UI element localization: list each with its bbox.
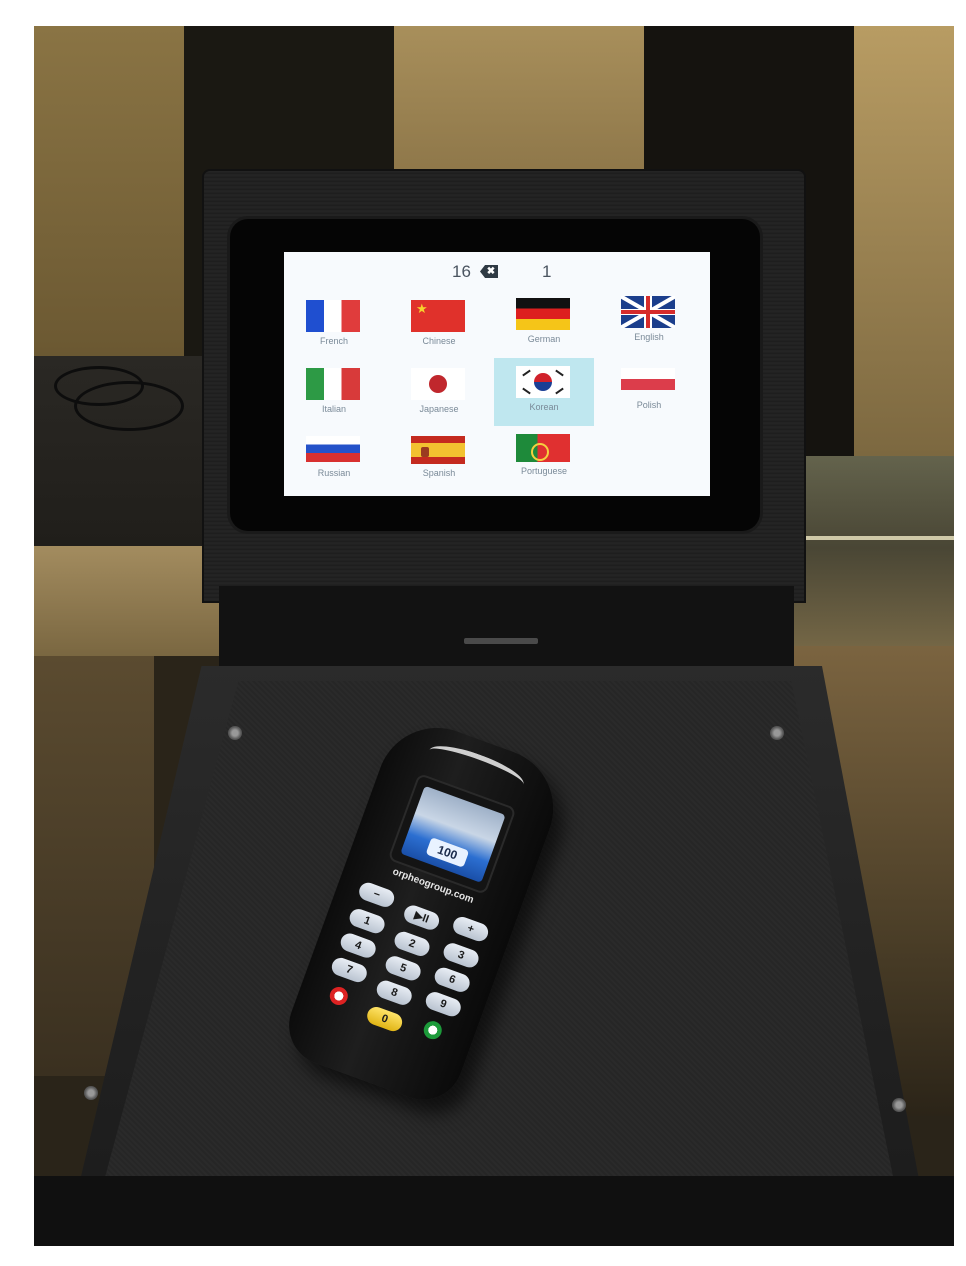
key-7[interactable]: 7 (329, 955, 370, 985)
tablet-screen: 16 ✖ 1 French Chinese German English (284, 252, 710, 496)
language-label: Korean (529, 402, 559, 412)
language-label: Japanese (419, 404, 459, 414)
language-option-german[interactable]: German (494, 290, 594, 358)
language-label: Russian (317, 468, 351, 478)
key-8[interactable]: 8 (374, 978, 415, 1008)
language-option-korean[interactable]: Korean (494, 358, 594, 426)
portugal-flag-icon (516, 434, 570, 462)
language-option-japanese[interactable]: Japanese (389, 360, 489, 428)
key-6[interactable]: 6 (432, 965, 473, 995)
language-option-chinese[interactable]: Chinese (389, 292, 489, 360)
key-1[interactable]: 1 (347, 906, 388, 936)
language-option-french[interactable]: French (284, 292, 384, 360)
language-label: Italian (321, 404, 347, 414)
italy-flag-icon (306, 368, 360, 400)
russia-flag-icon (306, 436, 360, 462)
uk-flag-icon (621, 296, 675, 328)
language-option-italian[interactable]: Italian (284, 360, 384, 428)
wall-right (854, 26, 954, 456)
key-0[interactable]: 0 (364, 1004, 405, 1034)
play-pause-key[interactable]: ▶II (401, 902, 442, 933)
language-label: German (527, 334, 561, 344)
photo: 16 ✖ 1 French Chinese German English (34, 26, 954, 1246)
tray-edge (34, 1176, 954, 1246)
delete-icon[interactable]: ✖ (480, 265, 498, 278)
screw (84, 1086, 98, 1100)
key-9[interactable]: 9 (423, 989, 464, 1019)
germany-flag-icon (516, 298, 570, 330)
minus-key[interactable]: − (356, 880, 397, 910)
plus-key[interactable]: + (450, 914, 491, 944)
wall-middle (394, 26, 644, 186)
key-3[interactable]: 3 (441, 940, 482, 970)
japan-flag-icon (411, 368, 465, 400)
key-4[interactable]: 4 (338, 930, 379, 961)
key-2[interactable]: 2 (392, 929, 433, 959)
kiosk-badge (464, 638, 538, 644)
info-icon[interactable] (421, 1018, 445, 1042)
cable (74, 381, 184, 431)
language-label: Chinese (422, 336, 456, 346)
key-5[interactable]: 5 (383, 953, 424, 983)
language-label: Spanish (422, 468, 456, 478)
counter: 16 (452, 262, 471, 281)
handset-display-image: 100 (400, 785, 506, 883)
screw (770, 726, 784, 740)
screw (228, 726, 242, 740)
language-label: English (634, 332, 664, 342)
china-flag-icon (411, 300, 465, 332)
screen-header: 16 ✖ 1 (284, 260, 710, 284)
display-value: 100 (425, 837, 470, 868)
language-label: French (319, 336, 348, 346)
language-option-english[interactable]: English (599, 288, 699, 356)
language-label: Portuguese (520, 466, 568, 476)
screw (892, 1098, 906, 1112)
spain-flag-icon (411, 436, 465, 464)
language-option-polish[interactable]: Polish (599, 356, 699, 424)
shelf-edge (794, 536, 954, 540)
poland-flag-icon (621, 368, 675, 390)
korea-flag-icon (516, 366, 570, 398)
entry-number: 1 (542, 262, 552, 281)
language-option-spanish[interactable]: Spanish (389, 428, 489, 496)
power-icon[interactable] (327, 984, 351, 1008)
language-option-russian[interactable]: Russian (284, 428, 384, 496)
language-option-portuguese[interactable]: Portuguese (494, 426, 594, 494)
france-flag-icon (306, 300, 360, 332)
language-label: Polish (636, 400, 662, 410)
